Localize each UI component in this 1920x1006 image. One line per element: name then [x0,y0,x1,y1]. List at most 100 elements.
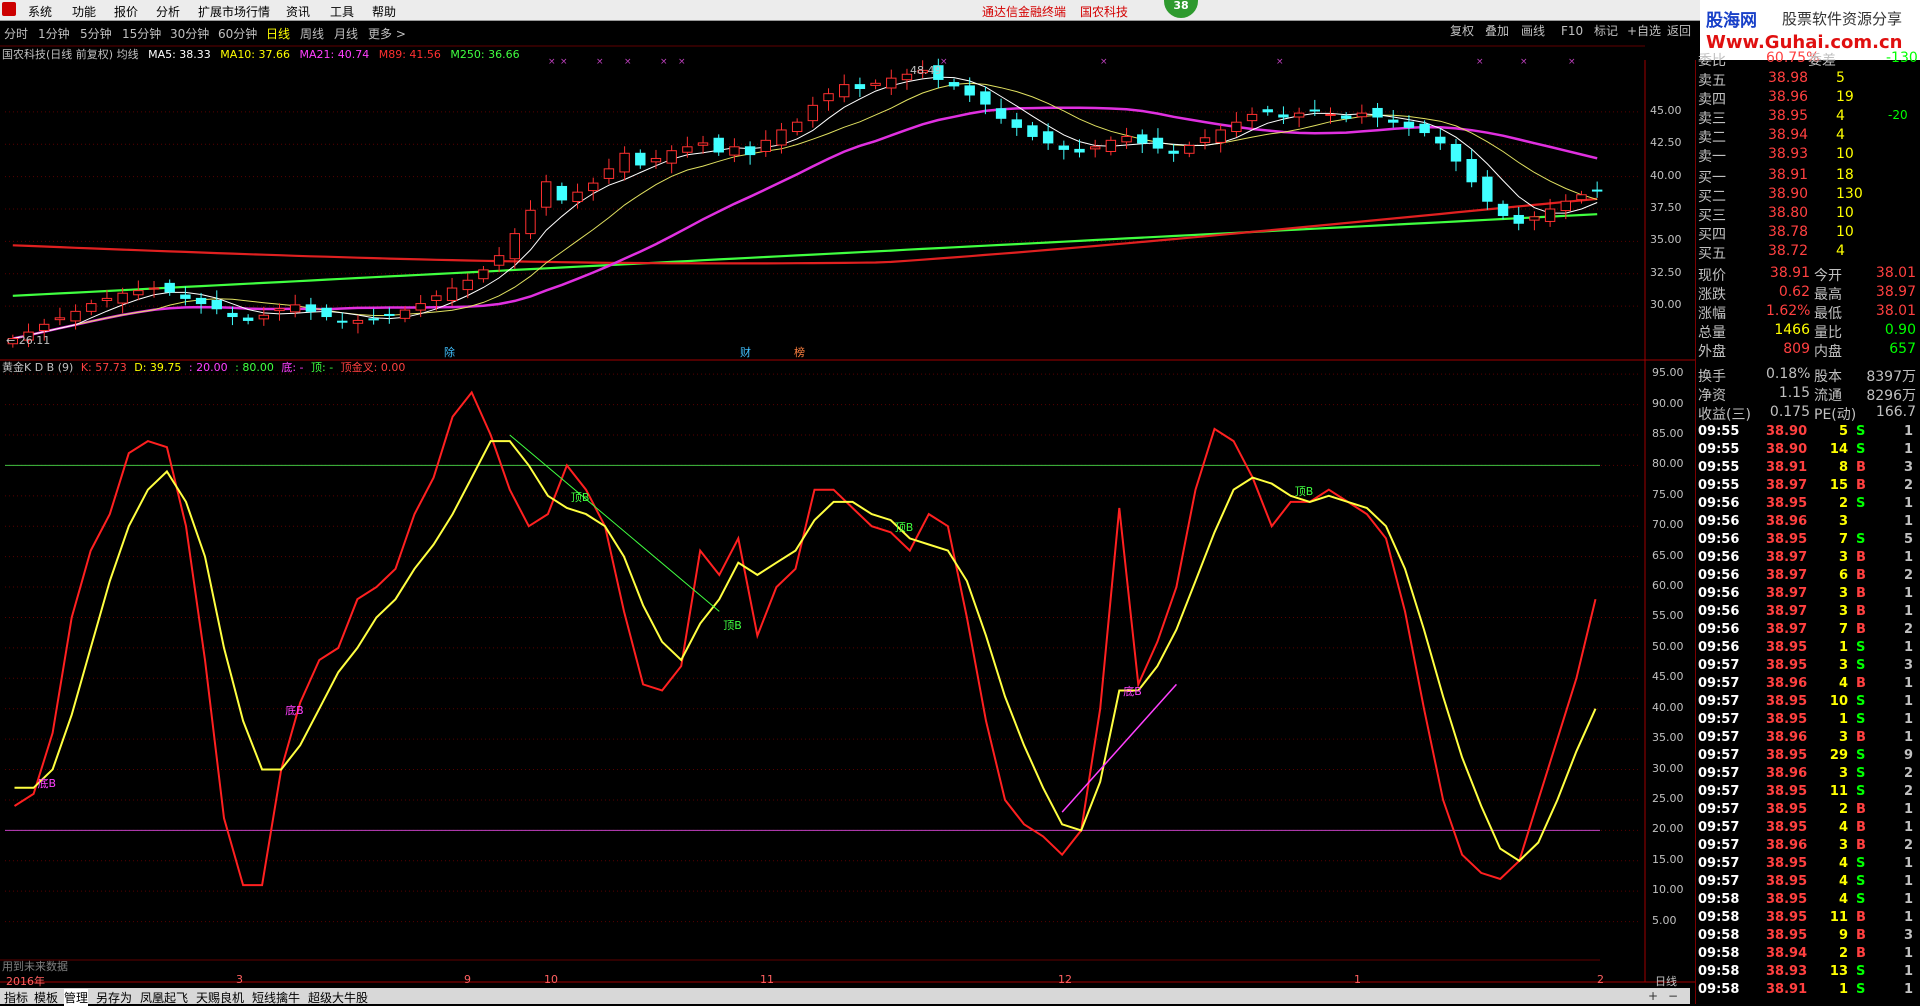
toolbar-adjust-button[interactable]: 复权 [1450,22,1474,40]
menu-item-news[interactable]: 资讯 [286,3,310,20]
menu-item-tools[interactable]: 工具 [330,3,354,20]
tick-price: 38.95 [1766,784,1808,799]
stat-label-1: 现价 [1698,268,1726,284]
tick-volume: 14 [1829,442,1848,457]
toolbar-f10-button[interactable]: F10 [1561,22,1583,40]
event-marker-finance[interactable]: 财 [740,344,751,360]
toolbar-draw-button[interactable]: 画线 [1521,22,1545,40]
event-cross-mark: × [560,57,568,67]
stat-row: 涨幅 1.62% 最低 38.01 [1696,303,1920,322]
zoom-in-button[interactable]: + [1648,989,1658,1003]
candle-body [744,146,756,156]
tick-direction: S [1856,712,1866,727]
tick-count: 5 [1904,532,1914,547]
bottom-tab-save-as[interactable]: 另存为 [96,989,132,1006]
tick-count: 2 [1904,766,1914,781]
zoom-out-button[interactable]: − [1668,989,1678,1003]
toolbar-back-button[interactable]: 返回 [1667,22,1691,40]
bid-price: 38.78 [1768,224,1809,240]
bottom-tab-super-bull[interactable]: 超级大牛股 [308,989,368,1006]
event-marker-ex-right[interactable]: 除 [444,344,455,360]
indicator-axis-label: 25.00 [1652,791,1684,805]
tick-price: 38.97 [1766,586,1808,601]
menu-item-analysis[interactable]: 分析 [156,3,180,20]
stat-row: 外盘 809 内盘 657 [1696,341,1920,360]
tick-count: 1 [1904,730,1914,745]
ad-link-terminal[interactable]: 通达信金融终端 [982,3,1066,20]
time-axis-label: 10 [544,973,558,986]
bid-row[interactable]: 买三 38.80 10 [1696,205,1920,224]
toolbar-overlay-button[interactable]: 叠加 [1485,22,1509,40]
toolbar-mark-button[interactable]: 标记 [1594,22,1618,40]
stat-value-1: 0.62 [1778,284,1810,300]
tick-time: 09:58 [1698,982,1740,997]
menu-item-quote[interactable]: 报价 [114,3,138,20]
menu-item-system[interactable]: 系统 [28,3,52,20]
bid-row[interactable]: 买一 38.91 18 [1696,167,1920,186]
bottom-tab-godsend[interactable]: 天赐良机 [196,989,244,1006]
candle-body [776,129,787,146]
bottom-tab-template[interactable]: 模板 [34,989,58,1006]
tick-time: 09:57 [1698,658,1740,673]
event-cross-mark: × [1100,57,1108,67]
tick-count: 1 [1904,892,1914,907]
candle-body [352,319,364,324]
bid-row[interactable]: 买二 38.90 130 [1696,186,1920,205]
tick-volume: 15 [1829,478,1848,493]
tick-time: 09:57 [1698,712,1740,727]
bid-row[interactable]: 买五 38.72 4 [1696,243,1920,262]
tick-row: 09:58 38.93 13 S 1 [1696,964,1920,982]
price-axis-label: 37.50 [1650,201,1682,214]
toolbar-add-watchlist-button[interactable]: +自选 [1627,22,1661,40]
tick-price: 38.95 [1766,874,1808,889]
stat-label-2: 股本 [1814,369,1842,385]
ad-link-stock[interactable]: 国农科技 [1080,3,1128,20]
tick-count: 3 [1904,928,1914,943]
weicha-label: 委差 [1808,53,1836,69]
ask-row[interactable]: 卖二 38.94 4 [1696,127,1920,146]
ask-row[interactable]: 卖五 38.98 5 [1696,70,1920,89]
stat-label-2: 今开 [1814,268,1842,284]
menu-item-help[interactable]: 帮助 [372,3,396,20]
tick-volume: 1 [1838,712,1848,727]
tick-volume: 1 [1838,640,1848,655]
event-marker-list[interactable]: 榜 [794,344,805,360]
indicator-axis-label: 40.00 [1652,700,1684,714]
time-axis-label: 12 [1058,973,1072,986]
tick-price: 38.95 [1766,910,1808,925]
chart-area[interactable]: × × × × × × × × × × × × [0,40,1695,988]
tick-direction: S [1856,856,1866,871]
ask-row[interactable]: 卖三 38.95 4 -20 [1696,108,1920,127]
tick-row: 09:56 38.95 2 S 1 [1696,496,1920,514]
tick-volume: 7 [1838,532,1848,547]
stat-label-2: PE(动) [1814,407,1857,423]
tick-count: 1 [1904,424,1914,439]
candle-body [337,320,348,323]
bottom-tab-indicator[interactable]: 指标 [4,989,28,1006]
candle-body [1544,208,1556,222]
menu-item-extended-market[interactable]: 扩展市场行情 [198,3,270,20]
bid-volume: 130 [1836,186,1863,202]
bottom-tab-short-bull[interactable]: 短线擒牛 [252,989,300,1006]
candle-body [807,104,819,122]
bottom-tab-manage[interactable]: 管理 [64,989,89,1006]
tick-volume: 8 [1838,460,1848,475]
time-axis-label: 2 [1597,973,1604,986]
bid-row[interactable]: 买四 38.78 10 [1696,224,1920,243]
tick-time: 09:55 [1698,460,1740,475]
tick-direction: B [1856,946,1866,961]
candle-body [1340,115,1352,119]
tick-volume: 11 [1829,910,1848,925]
candle-body [525,209,536,235]
menu-item-function[interactable]: 功能 [72,3,96,20]
indicator-axis-label: 90.00 [1652,396,1684,410]
ask-row[interactable]: 卖四 38.96 19 [1696,89,1920,108]
ask-row[interactable]: 卖一 38.93 10 [1696,146,1920,165]
indicator-axis-label: 80.00 [1652,457,1684,471]
ask-label: 卖一 [1698,149,1726,165]
tick-price: 38.94 [1766,946,1808,961]
tick-volume: 6 [1838,568,1848,583]
time-axis-label: 9 [464,973,471,986]
stat-label-1: 换手 [1698,369,1726,385]
bottom-tab-phoenix[interactable]: 凤凰起飞 [140,989,188,1006]
